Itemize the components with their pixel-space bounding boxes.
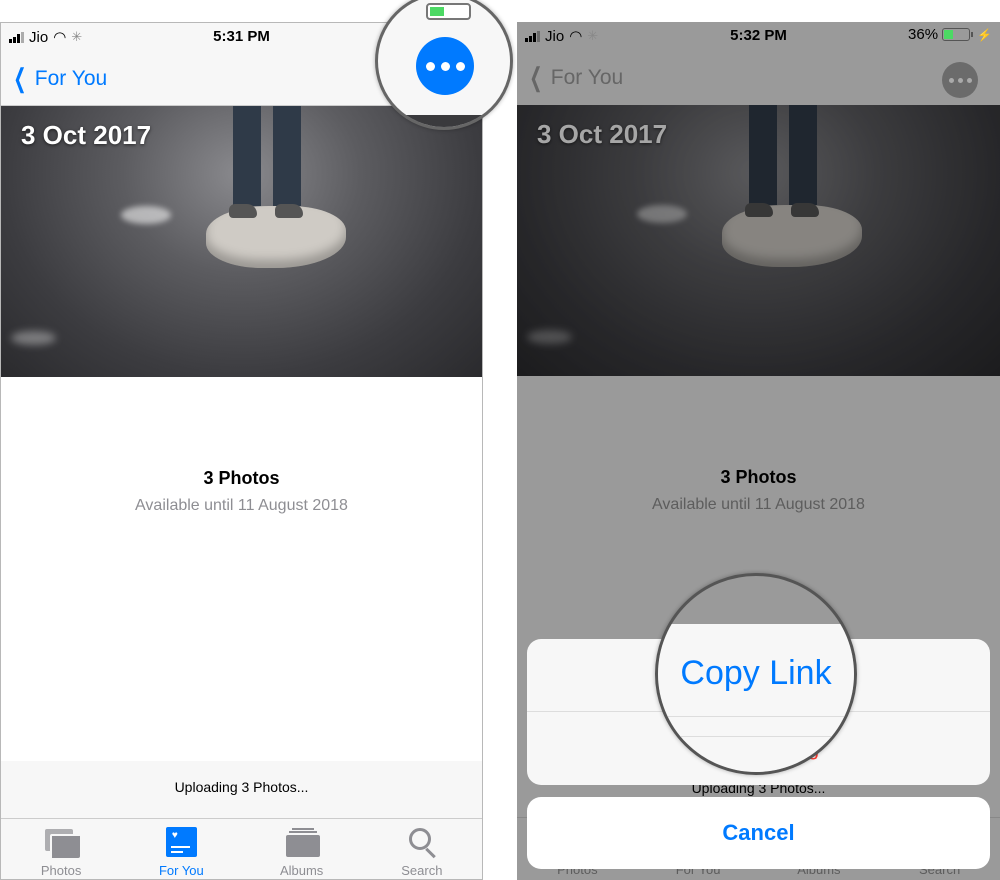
- action-sheet-magnified: [658, 624, 854, 772]
- album-availability: Available until 11 August 2018: [135, 497, 348, 514]
- photo-edge: [378, 115, 510, 127]
- album-title: 3 Photos: [720, 467, 797, 487]
- battery-icon: [942, 28, 974, 41]
- album-availability: Available until 11 August 2018: [652, 496, 865, 513]
- tab-bar: Photos ♥ For You Albums Search: [1, 818, 482, 879]
- photo-glare: [121, 206, 171, 224]
- navigation-bar: ❮ For You: [517, 50, 1000, 105]
- more-options-button-magnified[interactable]: [416, 37, 474, 95]
- for-you-icon: ♥: [165, 827, 197, 857]
- tab-label: Albums: [279, 863, 324, 878]
- back-label: For You: [550, 65, 624, 89]
- album-info: 3 Photos Available until 11 August 2018: [1, 468, 482, 515]
- divider: [658, 716, 854, 717]
- battery-percentage: 36%: [908, 26, 939, 43]
- albums-icon: [285, 827, 320, 857]
- photo-figure: [229, 106, 305, 218]
- charging-icon: ⚡: [977, 27, 992, 42]
- magnifier-callout-copy-link: Copy Link: [655, 573, 857, 775]
- back-button[interactable]: ❮ For You: [9, 63, 107, 94]
- tab-label: For You: [158, 863, 204, 878]
- upload-status: Uploading 3 Photos...: [1, 761, 482, 818]
- photos-icon: [44, 827, 81, 858]
- magnifier-callout-more-button: [375, 0, 513, 130]
- back-label: For You: [34, 66, 108, 90]
- photo-glare: [11, 331, 56, 345]
- right-screen: Jio ◠ ✳ 5:32 PM 36% ⚡ ❮ For You 3 Oct 20…: [517, 22, 1000, 880]
- album-cover-photo: 3 Oct 2017: [517, 105, 1000, 376]
- tab-for-you[interactable]: ♥ For You: [121, 819, 241, 879]
- tab-label: Photos: [40, 863, 82, 878]
- chevron-left-icon: ❮: [13, 63, 27, 93]
- tab-albums[interactable]: Albums: [242, 819, 362, 879]
- back-button[interactable]: ❮ For You: [525, 62, 623, 93]
- album-cover-photo[interactable]: 3 Oct 2017: [1, 106, 482, 377]
- photo-date: 3 Oct 2017: [537, 119, 668, 149]
- tab-search[interactable]: Search: [362, 819, 482, 879]
- chevron-left-icon: ❮: [529, 62, 543, 92]
- copy-link-button-magnified[interactable]: Copy Link: [658, 654, 854, 693]
- battery-group: 36% ⚡: [908, 26, 992, 43]
- ellipsis-icon: [425, 61, 435, 71]
- album-info: 3 Photos Available until 11 August 2018: [517, 467, 1000, 514]
- divider: [658, 736, 854, 737]
- ellipsis-icon: [948, 77, 954, 83]
- tab-photos[interactable]: Photos: [1, 819, 121, 879]
- search-icon: [405, 827, 439, 859]
- album-title: 3 Photos: [203, 468, 280, 488]
- photo-date: 3 Oct 2017: [21, 120, 152, 150]
- status-bar: Jio ◠ ✳ 5:32 PM 36% ⚡: [517, 22, 1000, 50]
- battery-icon: [426, 3, 471, 20]
- more-options-button[interactable]: [942, 62, 978, 98]
- left-screen: Jio ◠ ✳ 5:31 PM ❮ For You 3 Oct 2017 3 P…: [0, 22, 483, 880]
- cancel-button[interactable]: Cancel: [527, 797, 990, 869]
- tab-label: Search: [401, 863, 443, 878]
